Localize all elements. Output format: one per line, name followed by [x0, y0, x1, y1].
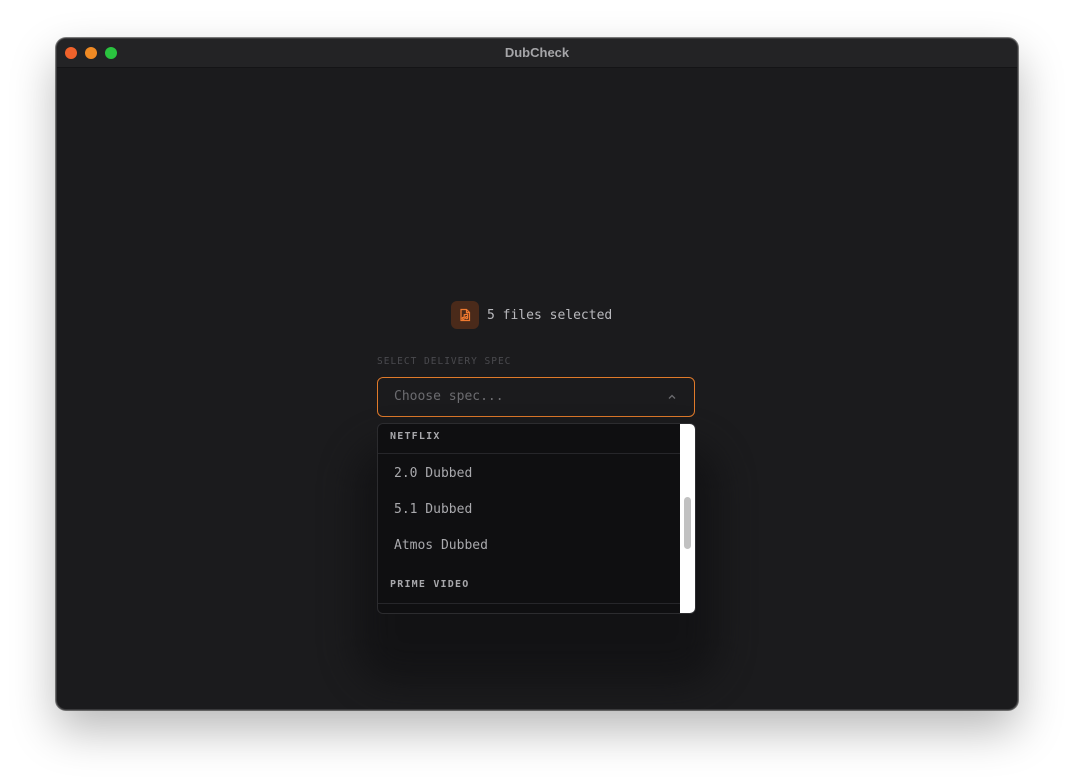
dropdown-scrollbar[interactable] [680, 424, 695, 613]
audio-file-icon [451, 301, 479, 329]
select-placeholder: Choose spec... [394, 389, 504, 404]
window-title: DubCheck [504, 45, 570, 60]
option-netflix-2-0-dubbed[interactable]: 2.0 Dubbed [378, 456, 681, 492]
main-content: 5 files selected SELECT DELIVERY SPEC Ch… [57, 68, 1017, 709]
dropdown-list: NETFLIX 2.0 Dubbed 5.1 Dubbed Atmos Dubb… [378, 424, 681, 613]
option-netflix-atmos-dubbed[interactable]: Atmos Dubbed [378, 528, 681, 564]
title-bar: DubCheck [57, 39, 1017, 68]
delivery-spec-label: SELECT DELIVERY SPEC [377, 356, 512, 367]
scrollbar-thumb[interactable] [684, 497, 691, 549]
files-selected-text: 5 files selected [487, 307, 613, 323]
group-header-netflix: NETFLIX [378, 424, 681, 454]
group-header-prime-video: PRIME VIDEO [378, 570, 681, 604]
spec-dropdown-menu: NETFLIX 2.0 Dubbed 5.1 Dubbed Atmos Dubb… [377, 423, 696, 614]
option-netflix-5-1-dubbed[interactable]: 5.1 Dubbed [378, 492, 681, 528]
delivery-spec-select[interactable]: Choose spec... [377, 377, 695, 417]
app-window: DubCheck 5 files selected SELECT DELIVER… [56, 38, 1018, 710]
files-selected-indicator: 5 files selected [451, 301, 612, 329]
chevron-up-icon [668, 394, 676, 399]
